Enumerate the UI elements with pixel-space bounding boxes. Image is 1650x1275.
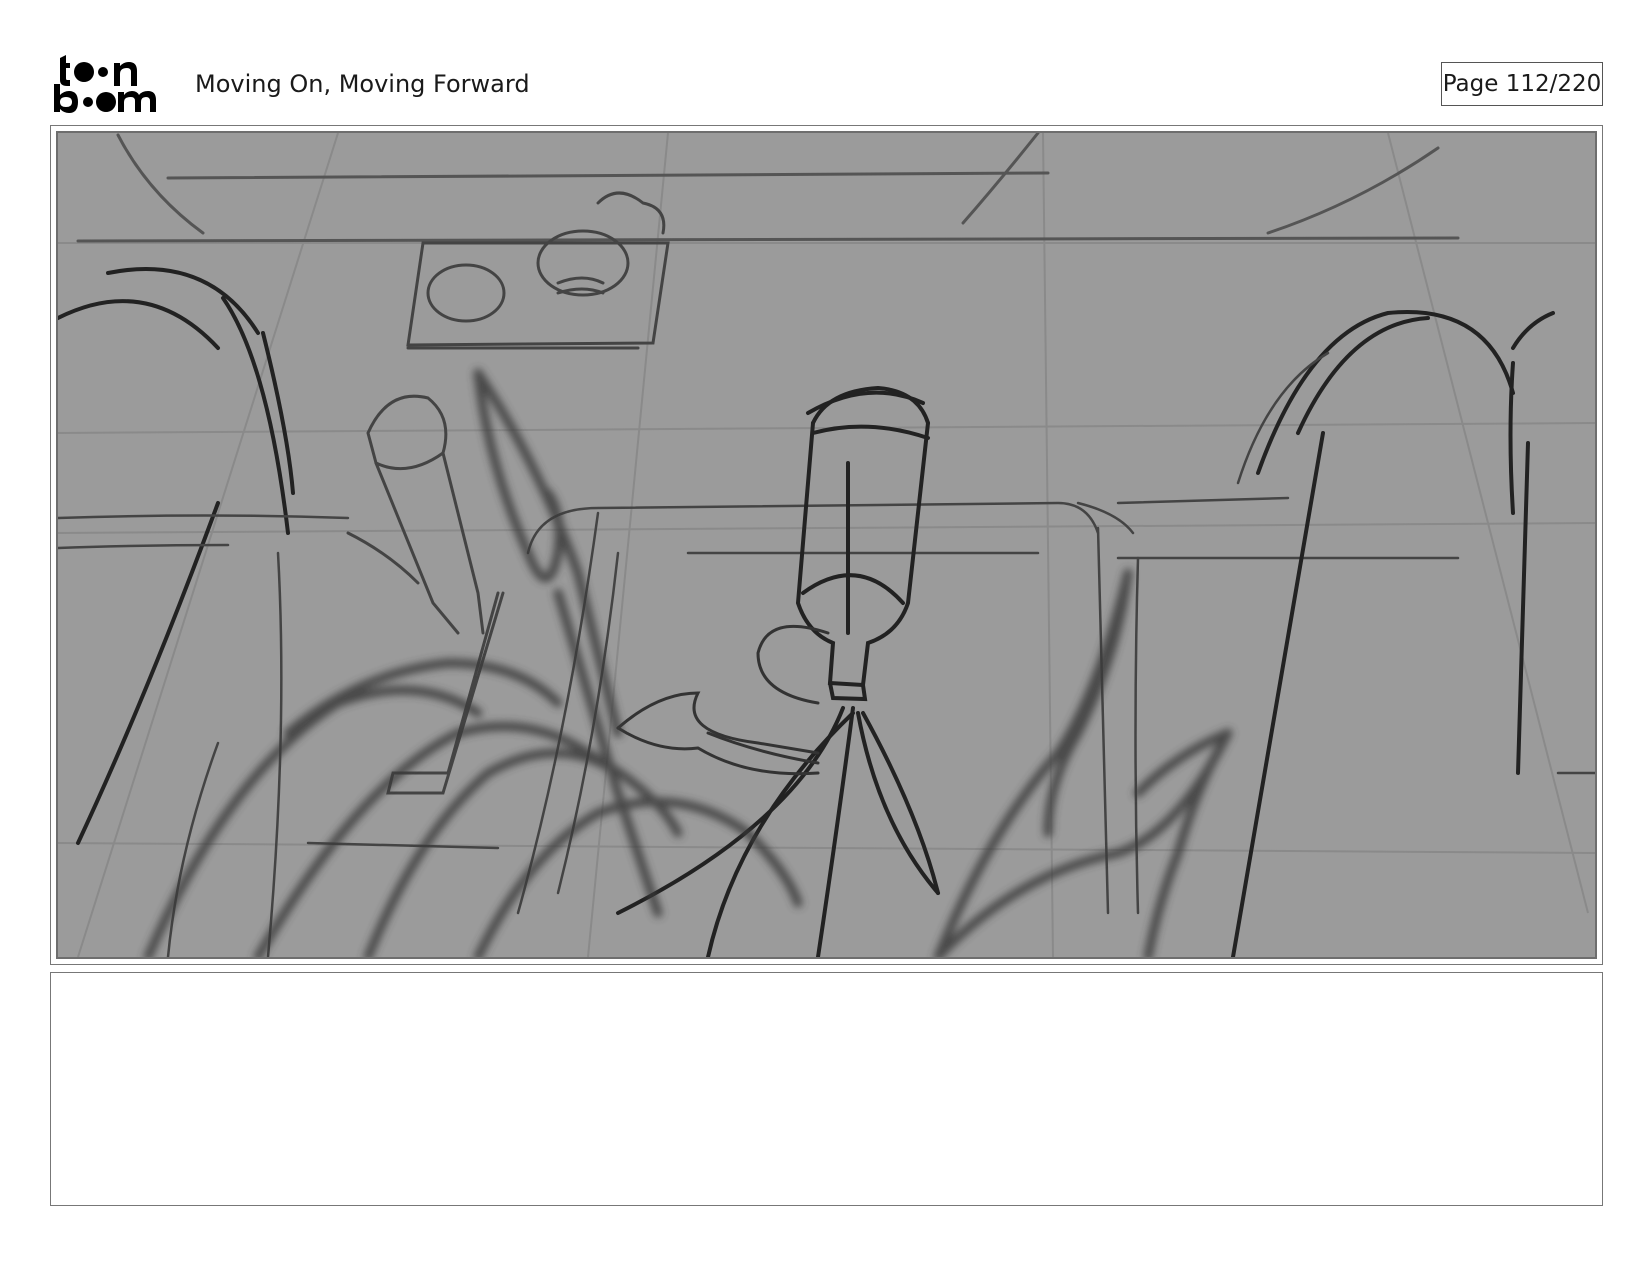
document-title: Moving On, Moving Forward — [195, 70, 530, 98]
toon-boom-logo — [54, 55, 156, 113]
storyboard-panel-frame — [50, 125, 1603, 965]
panel-notes-box[interactable] — [50, 972, 1603, 1206]
storyboard-sketch-image — [56, 131, 1597, 959]
page-number: Page 112/220 — [1441, 62, 1603, 106]
sketch-drawing — [58, 133, 1595, 957]
